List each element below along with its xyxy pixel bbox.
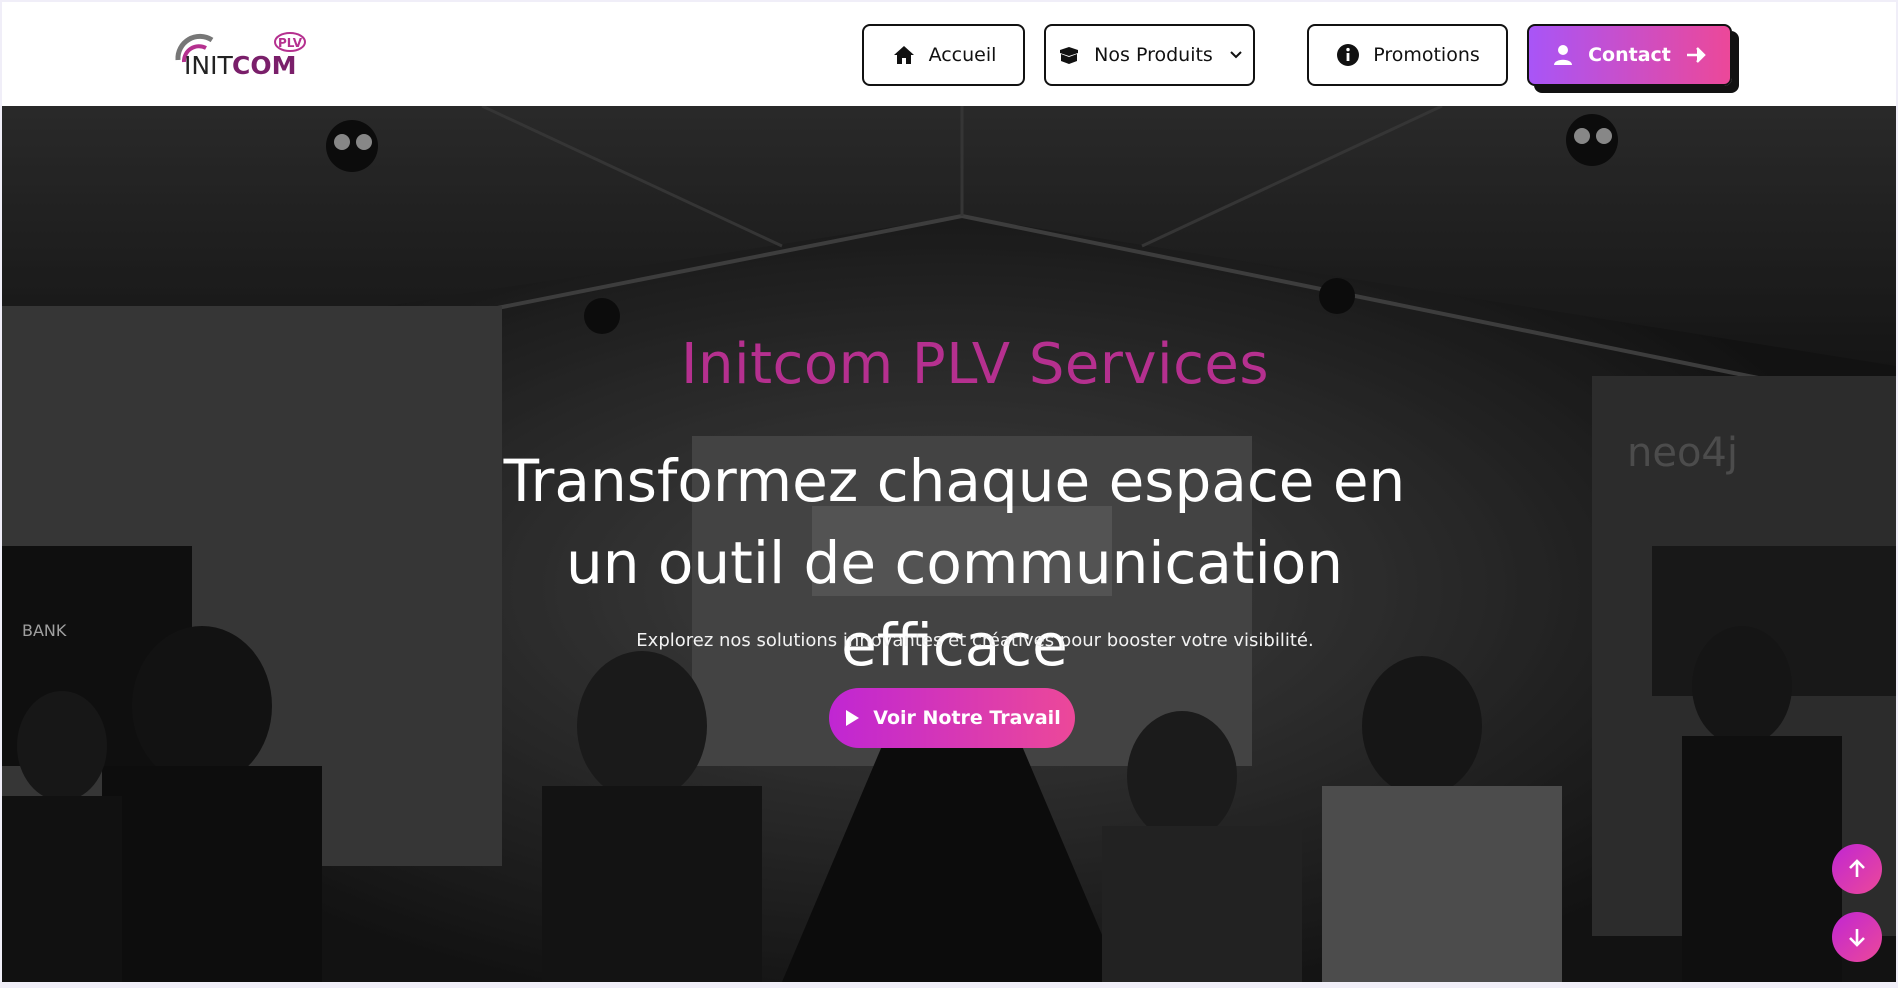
view-work-button[interactable]: Voir Notre Travail [829,688,1075,748]
arrow-up-icon [1846,858,1868,880]
scroll-down-button[interactable] [1832,912,1882,962]
nav-contact-label: Contact [1588,44,1671,66]
site-header: INIT COM PLV Accueil Nos Produits Promot… [2,2,1896,106]
nav-products-label: Nos Produits [1094,44,1213,66]
arrow-down-icon [1846,926,1868,948]
hero-subtext: Explorez nos solutions innovantes et cré… [636,630,1314,651]
nav-promotions-label: Promotions [1373,44,1480,66]
view-work-label: Voir Notre Travail [873,707,1061,729]
nav-contact-button[interactable]: Contact [1527,24,1732,86]
hero-section: BANK neo4j Initcom PLV Services Transfor… [2,106,1896,982]
nav-home-label: Accueil [928,44,997,66]
main-nav: Accueil Nos Produits Promotions Contact [2,2,1896,106]
info-circle-icon [1335,42,1361,68]
box-icon [1056,42,1082,68]
chevron-down-icon [1225,48,1243,62]
play-icon [843,709,861,727]
nav-home-button[interactable]: Accueil [862,24,1025,86]
hero-content: Initcom PLV Services Transformez chaque … [2,106,1896,982]
arrow-right-icon [1683,42,1709,68]
hero-brand-title: Initcom PLV Services [681,332,1269,397]
scroll-up-button[interactable] [1832,844,1882,894]
house-icon [891,42,917,68]
user-icon [1550,42,1576,68]
nav-products-button[interactable]: Nos Produits [1044,24,1255,86]
nav-promotions-button[interactable]: Promotions [1307,24,1508,86]
page: INIT COM PLV Accueil Nos Produits Promot… [2,2,1896,982]
